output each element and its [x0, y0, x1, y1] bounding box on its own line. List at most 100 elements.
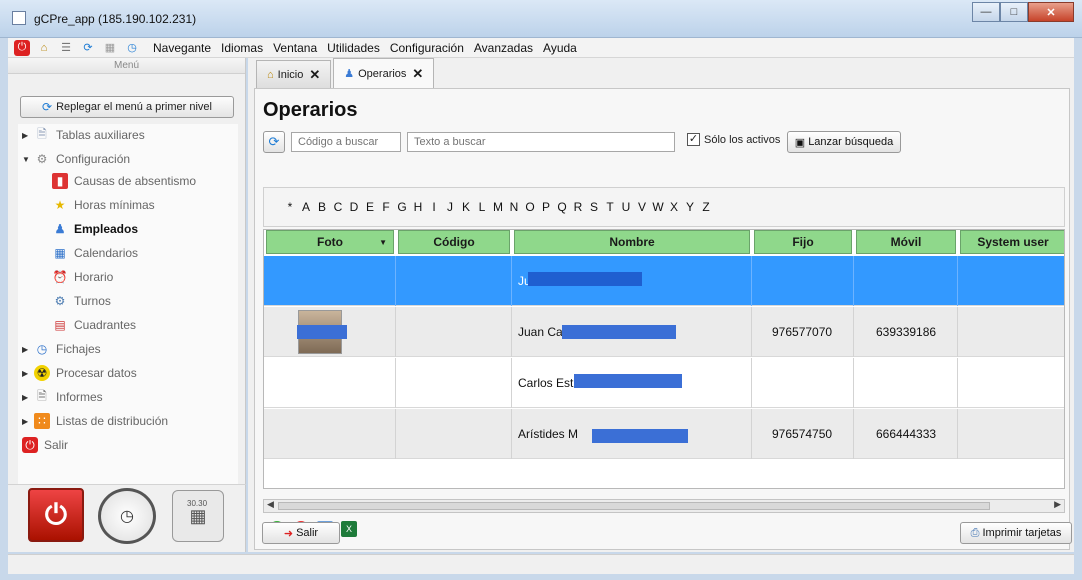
- tab-inicio[interactable]: ⌂ Inicio ✕: [256, 60, 332, 88]
- alphabet-letter[interactable]: Q: [554, 200, 570, 214]
- table-row[interactable]: Carlos Est: [264, 358, 1064, 408]
- column-header-foto[interactable]: Foto ▼: [266, 230, 394, 254]
- menu-ayuda[interactable]: Ayuda: [538, 41, 582, 55]
- expand-arrow-icon[interactable]: ▶: [22, 369, 34, 378]
- clock-icon[interactable]: ◷: [124, 40, 140, 56]
- alphabet-letter[interactable]: V: [634, 200, 650, 214]
- sidebar-item-procesar-datos[interactable]: ▶ ☢ Procesar datos: [22, 364, 137, 382]
- alphabet-letter[interactable]: R: [570, 200, 586, 214]
- refresh-button[interactable]: ⟳: [263, 131, 285, 153]
- scrollbar-thumb[interactable]: [278, 502, 990, 510]
- tab-operarios[interactable]: ♟ Operarios ✕: [333, 58, 435, 88]
- cell-foto: [264, 358, 396, 408]
- expand-arrow-icon[interactable]: ▶: [22, 345, 34, 354]
- expand-arrow-icon[interactable]: ▶: [22, 393, 34, 402]
- power-shortcut-icon[interactable]: ⏻: [28, 488, 84, 542]
- sidebar-item-cuadrantes[interactable]: ▤ Cuadrantes: [52, 316, 136, 334]
- close-tab-icon[interactable]: ✕: [309, 67, 320, 83]
- scroll-right-icon[interactable]: ▶: [1054, 499, 1061, 510]
- menu-configuracion[interactable]: Configuración: [385, 41, 469, 55]
- home-icon[interactable]: ⌂: [36, 40, 52, 56]
- table-row[interactable]: Juan Car 976577070 639339186: [264, 307, 1064, 357]
- alphabet-letter[interactable]: O: [522, 200, 538, 214]
- alphabet-letter[interactable]: D: [346, 200, 362, 214]
- exit-button[interactable]: ➜ Salir: [262, 522, 340, 544]
- alphabet-letter[interactable]: M: [490, 200, 506, 214]
- column-header-system-user[interactable]: System user: [960, 230, 1064, 254]
- text-search-input[interactable]: [407, 132, 675, 152]
- alphabet-letter[interactable]: K: [458, 200, 474, 214]
- calculator-shortcut-icon[interactable]: 30.30 ▦: [172, 490, 224, 542]
- alphabet-letter[interactable]: N: [506, 200, 522, 214]
- clock-shortcut-icon[interactable]: ◷: [98, 488, 156, 544]
- menu-navegante[interactable]: Navegante: [148, 41, 216, 55]
- list-icon[interactable]: ☰: [58, 40, 74, 56]
- expand-arrow-icon[interactable]: ▶: [22, 417, 34, 426]
- horizontal-scrollbar[interactable]: ◀ ▶: [263, 499, 1065, 513]
- alphabet-letter[interactable]: E: [362, 200, 378, 214]
- close-tab-icon[interactable]: ✕: [412, 66, 423, 82]
- expand-arrow-icon[interactable]: ▶: [22, 131, 34, 140]
- excel-icon[interactable]: X: [341, 521, 357, 537]
- alphabet-letter[interactable]: C: [330, 200, 346, 214]
- print-cards-button[interactable]: ⎙ Imprimir tarjetas: [960, 522, 1072, 544]
- alphabet-letter[interactable]: J: [442, 200, 458, 214]
- refresh-icon[interactable]: ⟳: [80, 40, 96, 56]
- sidebar-item-fichajes[interactable]: ▶ ◷ Fichajes: [22, 340, 101, 358]
- sidebar-item-configuracion[interactable]: ▼ ⚙ Configuración: [22, 150, 130, 168]
- alphabet-letter[interactable]: L: [474, 200, 490, 214]
- alphabet-letter[interactable]: *: [282, 200, 298, 214]
- sidebar-item-horario[interactable]: ⏰ Horario: [52, 268, 114, 286]
- sidebar-item-causas-absentismo[interactable]: ▮ Causas de absentismo: [52, 172, 196, 190]
- column-header-codigo[interactable]: Código: [398, 230, 510, 254]
- table-row[interactable]: Arístides M 976574750 666444333: [264, 409, 1064, 459]
- alphabet-letter[interactable]: W: [650, 200, 666, 214]
- sort-arrow-icon[interactable]: ▼: [379, 238, 387, 247]
- sidebar-item-label: Causas de absentismo: [74, 174, 197, 188]
- sidebar-item-listas-distribucion[interactable]: ▶ ∷ Listas de distribución: [22, 412, 168, 430]
- column-header-nombre[interactable]: Nombre: [514, 230, 750, 254]
- sidebar-item-empleados[interactable]: ♟ Empleados: [52, 220, 138, 238]
- code-search-input[interactable]: [291, 132, 401, 152]
- menu-ventana[interactable]: Ventana: [268, 41, 322, 55]
- sidebar-item-salir[interactable]: ⏻ Salir: [22, 436, 68, 454]
- active-only-checkbox[interactable]: ✓ Sólo los activos: [687, 133, 780, 146]
- power-icon[interactable]: ⏻: [14, 39, 30, 56]
- close-button[interactable]: ✕: [1028, 2, 1074, 22]
- binoculars-icon: ▣: [794, 136, 806, 149]
- alphabet-letter[interactable]: S: [586, 200, 602, 214]
- checkbox-box[interactable]: ✓: [687, 133, 700, 146]
- menu-utilidades[interactable]: Utilidades: [322, 41, 385, 55]
- alphabet-letter[interactable]: F: [378, 200, 394, 214]
- alphabet-letter[interactable]: Y: [682, 200, 698, 214]
- alphabet-letter[interactable]: H: [410, 200, 426, 214]
- maximize-button[interactable]: □: [1000, 2, 1028, 22]
- alphabet-letter[interactable]: U: [618, 200, 634, 214]
- collapse-arrow-icon[interactable]: ▼: [22, 155, 34, 164]
- alphabet-letter[interactable]: T: [602, 200, 618, 214]
- alphabet-letter[interactable]: B: [314, 200, 330, 214]
- scroll-left-icon[interactable]: ◀: [267, 499, 274, 510]
- alphabet-letter[interactable]: G: [394, 200, 410, 214]
- sidebar-item-informes[interactable]: ▶ 🗎 Informes: [22, 388, 103, 406]
- sidebar-item-calendarios[interactable]: ▦ Calendarios: [52, 244, 138, 262]
- search-button[interactable]: ▣ Lanzar búsqueda: [787, 131, 901, 153]
- minimize-button[interactable]: —: [972, 2, 1000, 22]
- alphabet-letter[interactable]: P: [538, 200, 554, 214]
- refresh-icon: ⟳: [42, 100, 53, 114]
- column-header-fijo[interactable]: Fijo: [754, 230, 852, 254]
- table-row[interactable]: Ju: [264, 256, 1064, 306]
- sidebar-item-horas-minimas[interactable]: ★ Horas mínimas: [52, 196, 155, 214]
- collapse-menu-button[interactable]: ⟳ Replegar el menú a primer nivel: [20, 96, 234, 118]
- alphabet-letter[interactable]: I: [426, 200, 442, 214]
- calculator-icon[interactable]: ▦: [102, 40, 118, 56]
- alphabet-letter[interactable]: X: [666, 200, 682, 214]
- menu-avanzadas[interactable]: Avanzadas: [469, 41, 538, 55]
- sidebar-item-turnos[interactable]: ⚙ Turnos: [52, 292, 111, 310]
- app-icon: [12, 11, 26, 25]
- alphabet-letter[interactable]: Z: [698, 200, 714, 214]
- alphabet-letter[interactable]: A: [298, 200, 314, 214]
- sidebar-item-tablas-auxiliares[interactable]: ▶ 🗎 Tablas auxiliares: [22, 126, 145, 144]
- menu-idiomas[interactable]: Idiomas: [216, 41, 268, 55]
- column-header-movil[interactable]: Móvil: [856, 230, 956, 254]
